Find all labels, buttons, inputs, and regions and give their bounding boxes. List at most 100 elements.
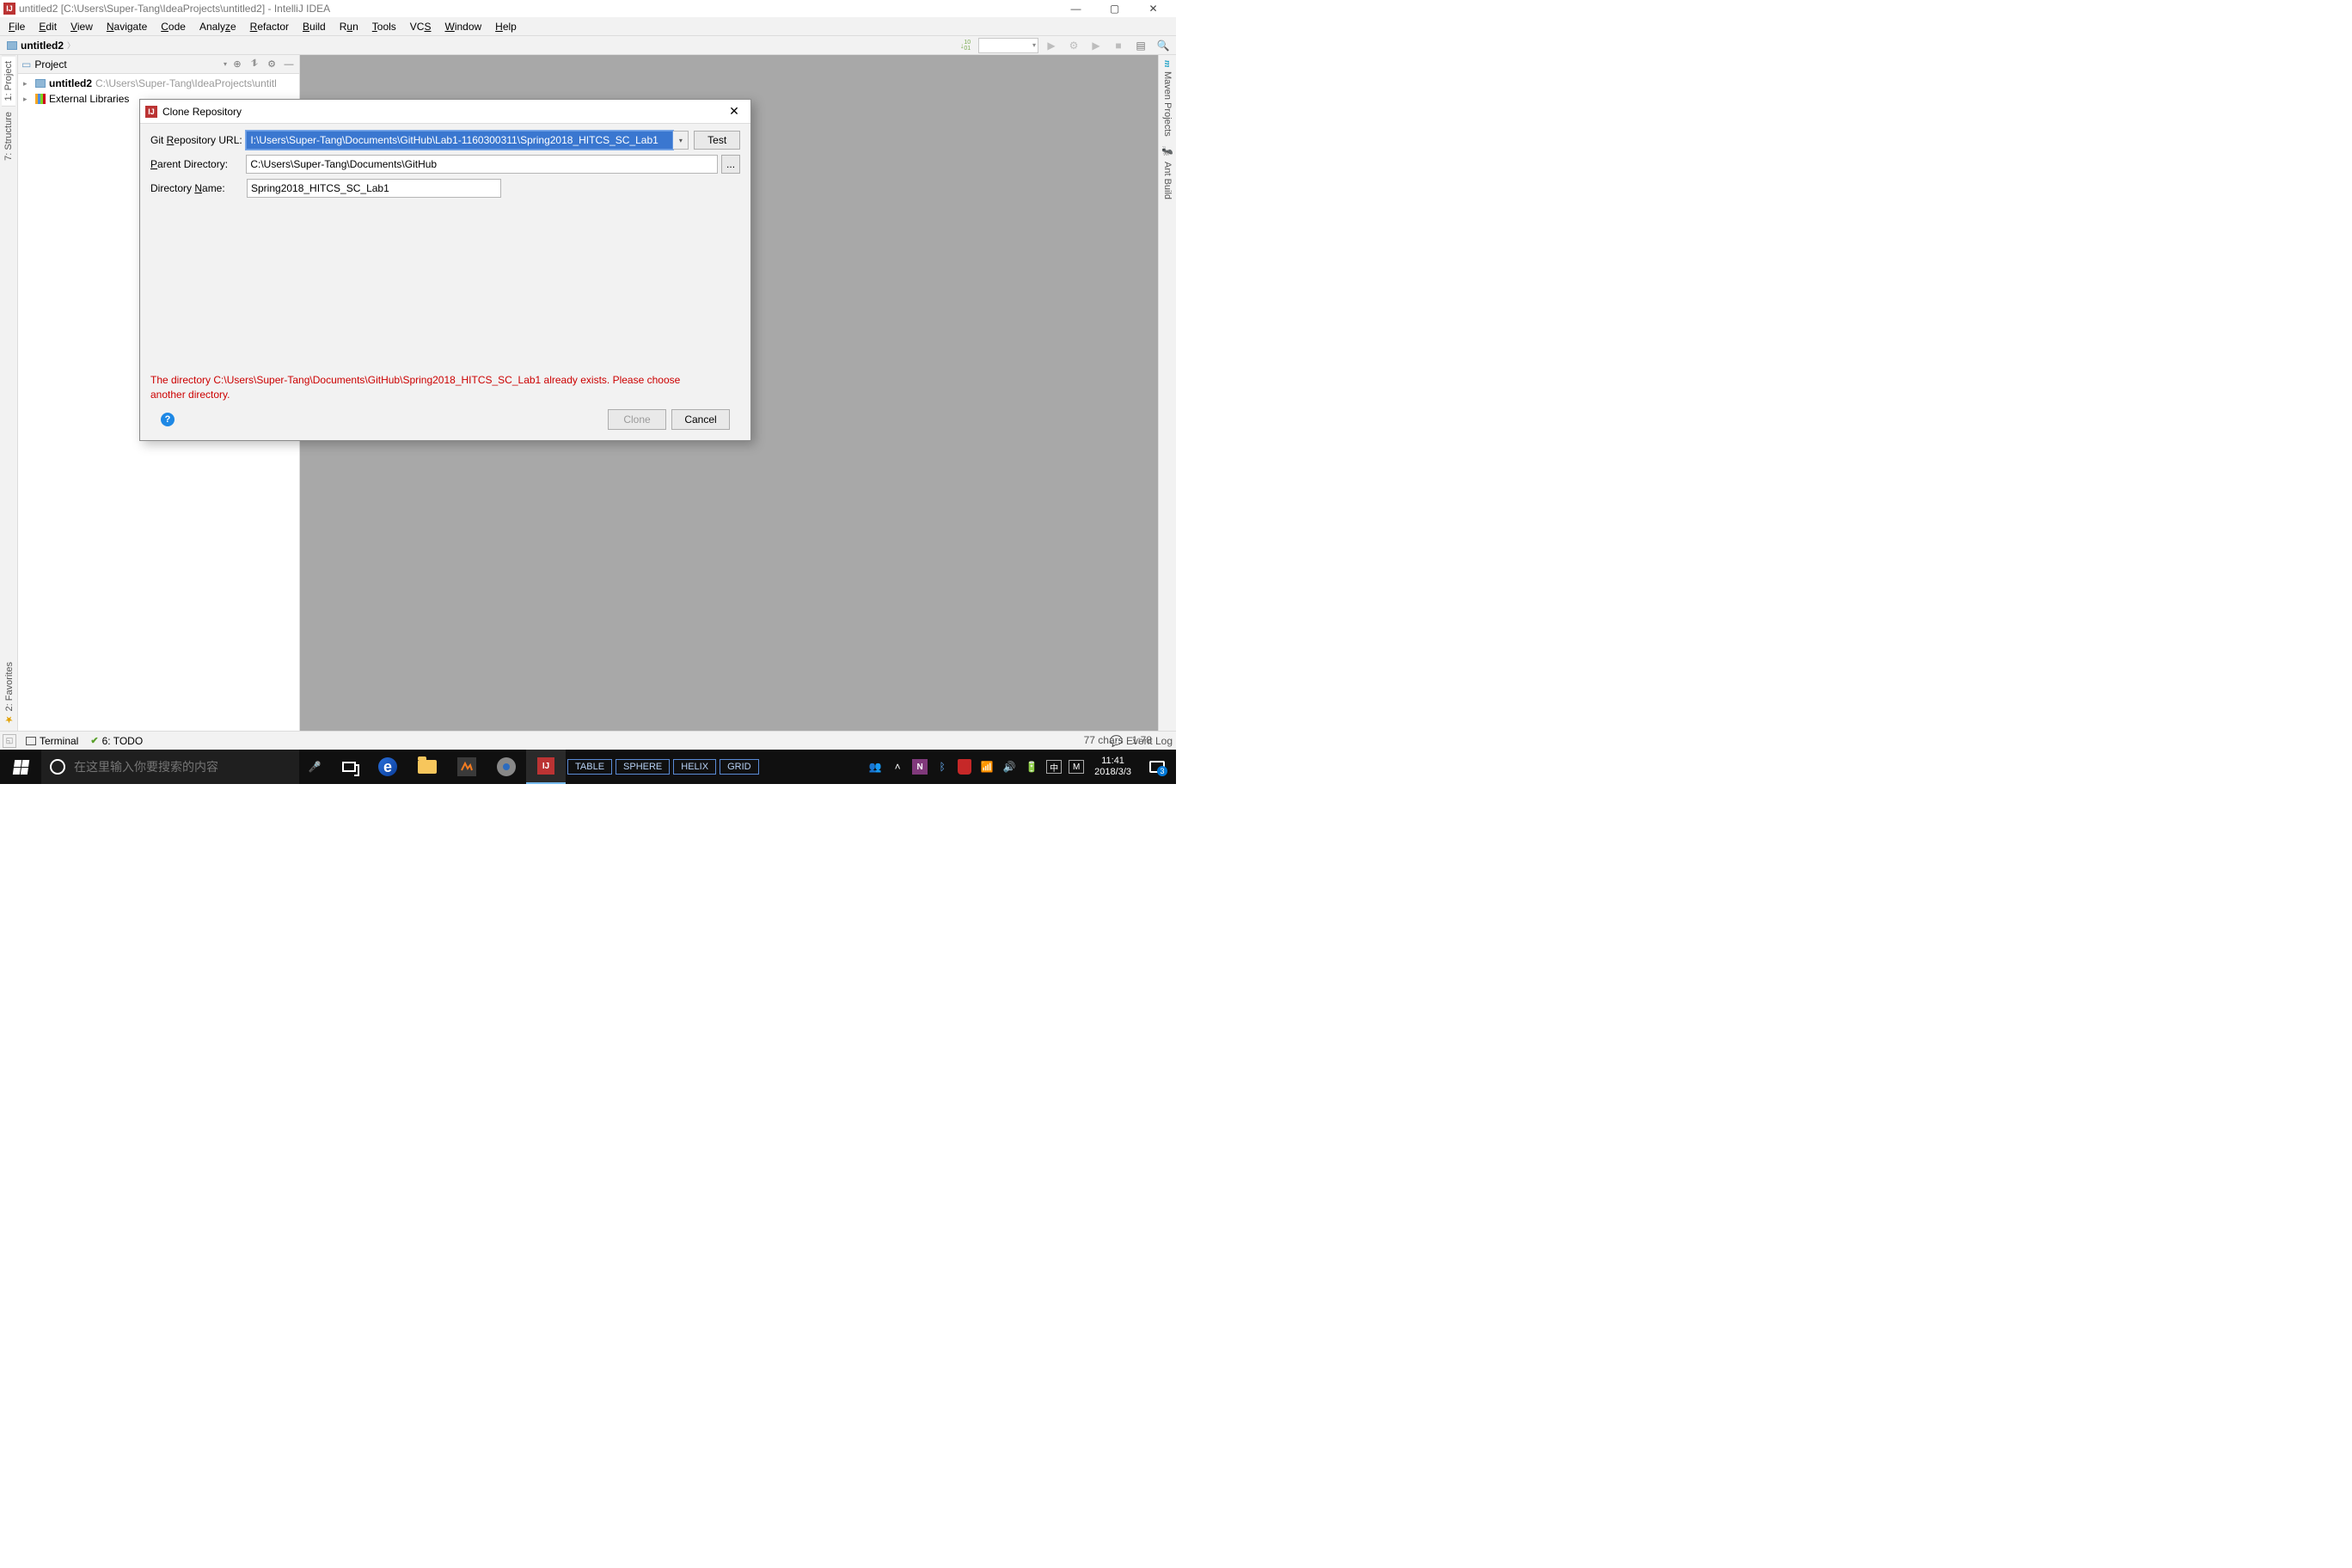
- dialog-titlebar: IJ Clone Repository ✕: [140, 100, 750, 124]
- taskbar-clock[interactable]: 11:41 2018/3/3: [1087, 756, 1138, 778]
- tab-maven[interactable]: mMaven Projects: [1161, 55, 1174, 141]
- intellij-icon: IJ: [537, 757, 554, 775]
- folder-icon: [7, 41, 17, 50]
- project-panel-header: ▭ Project ▾ ⊕ ⥮ ⚙ —: [18, 55, 299, 74]
- tab-grid[interactable]: GRID: [720, 759, 759, 775]
- microphone-icon[interactable]: 🎤: [299, 761, 330, 773]
- cancel-button[interactable]: Cancel: [671, 409, 730, 430]
- taskbar-search[interactable]: [41, 750, 299, 784]
- tray-overflow-button[interactable]: ˄: [886, 761, 909, 773]
- dialog-close-button[interactable]: ✕: [723, 104, 745, 119]
- directory-name-input[interactable]: [247, 179, 501, 198]
- menu-view[interactable]: View: [64, 19, 100, 34]
- menu-tools[interactable]: Tools: [365, 19, 403, 34]
- expand-arrow-icon[interactable]: ▸: [23, 79, 32, 89]
- debug-button[interactable]: ⚙: [1064, 37, 1083, 54]
- taskbar-app-explorer[interactable]: [407, 750, 447, 784]
- mcafee-icon: [958, 759, 971, 775]
- menu-window[interactable]: Window: [438, 19, 488, 34]
- taskbar-app-matlab[interactable]: [447, 750, 487, 784]
- action-center-button[interactable]: 3: [1138, 761, 1176, 773]
- intellij-icon: IJ: [3, 3, 15, 15]
- run-button[interactable]: ▶: [1042, 37, 1061, 54]
- tray-bluetooth[interactable]: ᛒ: [931, 761, 953, 773]
- project-tree-icon: ▭: [21, 58, 31, 70]
- help-button[interactable]: ?: [161, 413, 175, 426]
- clone-button[interactable]: Clone: [608, 409, 666, 430]
- minimize-button[interactable]: —: [1057, 0, 1095, 17]
- coverage-button[interactable]: ▶: [1087, 37, 1106, 54]
- tab-project[interactable]: 1: Project: [2, 55, 15, 106]
- menu-run[interactable]: Run: [333, 19, 365, 34]
- maven-icon: m: [1162, 60, 1173, 68]
- breadcrumb-project: untitled2: [21, 40, 64, 52]
- libraries-icon: [35, 94, 46, 104]
- menu-help[interactable]: Help: [488, 19, 524, 34]
- tool-windows-toggle[interactable]: ◱: [3, 734, 16, 748]
- terminal-tool-button[interactable]: Terminal: [26, 735, 78, 747]
- git-url-dropdown-button[interactable]: ▾: [673, 131, 689, 150]
- project-view-selector[interactable]: Project ▾: [34, 58, 227, 70]
- run-config-dropdown[interactable]: ▾: [978, 38, 1038, 53]
- close-button[interactable]: ✕: [1134, 0, 1173, 17]
- tray-onenote[interactable]: N: [909, 759, 931, 775]
- menu-file[interactable]: File: [2, 19, 32, 34]
- maximize-button[interactable]: ▢: [1095, 0, 1134, 17]
- project-view-label: Project: [34, 58, 66, 70]
- tab-helix[interactable]: HELIX: [673, 759, 716, 775]
- menu-analyze[interactable]: Analyze: [193, 19, 243, 34]
- chevron-down-icon: ▾: [224, 60, 227, 68]
- tray-ime-lang[interactable]: 中: [1043, 760, 1065, 774]
- stop-button[interactable]: ■: [1109, 37, 1128, 54]
- menu-build[interactable]: Build: [296, 19, 333, 34]
- tree-root[interactable]: ▸ untitled2 C:\Users\Super-Tang\IdeaProj…: [18, 76, 299, 91]
- folder-icon: [35, 79, 46, 88]
- menu-navigate[interactable]: Navigate: [100, 19, 154, 34]
- settings-gear-icon[interactable]: ⚙: [265, 58, 279, 71]
- parent-dir-input[interactable]: [246, 155, 718, 174]
- tray-wifi[interactable]: 📶: [976, 761, 998, 773]
- tab-ant[interactable]: 🐜Ant Build: [1161, 141, 1175, 204]
- menu-edit[interactable]: Edit: [32, 19, 64, 34]
- tab-structure[interactable]: 7: Structure: [2, 106, 15, 166]
- status-chars: 77 chars: [1084, 734, 1124, 746]
- git-url-input[interactable]: [246, 131, 673, 150]
- vcs-update-icon[interactable]: ↓1001: [956, 37, 975, 54]
- menu-vcs[interactable]: VCS: [403, 19, 438, 34]
- ime-zh-icon: 中: [1046, 760, 1062, 774]
- menu-refactor[interactable]: Refactor: [243, 19, 296, 34]
- tray-mcafee[interactable]: [953, 759, 976, 775]
- menu-code[interactable]: Code: [154, 19, 193, 34]
- taskbar-app-intellij[interactable]: IJ: [526, 750, 566, 784]
- windows-logo-icon: [12, 760, 28, 775]
- tree-ext-libs-label: External Libraries: [49, 93, 129, 105]
- toolbar-right: ↓1001 ▾ ▶ ⚙ ▶ ■ ▤ 🔍: [956, 37, 1173, 54]
- tab-sphere[interactable]: SPHERE: [616, 759, 670, 775]
- window-titlebar: IJ untitled2 [C:\Users\Super-Tang\IdeaPr…: [0, 0, 1176, 17]
- project-structure-button[interactable]: ▤: [1131, 37, 1150, 54]
- label-dir-name: Directory Name:: [150, 182, 247, 194]
- tray-ime-mode[interactable]: M: [1065, 760, 1087, 774]
- dialog-title: Clone Repository: [162, 106, 718, 118]
- task-view-button[interactable]: [330, 762, 368, 772]
- taskbar-app-browser[interactable]: [487, 750, 526, 784]
- scroll-to-source-icon[interactable]: ⊕: [230, 58, 244, 71]
- tray-battery[interactable]: 🔋: [1020, 761, 1043, 773]
- start-button[interactable]: [0, 750, 41, 784]
- tray-volume[interactable]: 🔊: [998, 761, 1020, 773]
- status-position: 1:78: [1132, 734, 1152, 746]
- collapse-all-icon[interactable]: ⥮: [248, 58, 261, 71]
- expand-arrow-icon[interactable]: ▸: [23, 95, 32, 104]
- breadcrumb[interactable]: untitled2 〉: [3, 40, 78, 52]
- people-button[interactable]: 👥: [864, 761, 886, 773]
- taskbar-app-edge[interactable]: e: [368, 750, 407, 784]
- tab-table[interactable]: TABLE: [567, 759, 612, 775]
- clock-date: 2018/3/3: [1094, 767, 1131, 778]
- taskbar-search-input[interactable]: [74, 760, 291, 774]
- hide-panel-icon[interactable]: —: [282, 58, 296, 71]
- browse-button[interactable]: ...: [721, 155, 740, 174]
- test-button[interactable]: Test: [694, 131, 740, 150]
- todo-tool-button[interactable]: ✔6: TODO: [90, 735, 143, 747]
- search-everywhere-button[interactable]: 🔍: [1154, 37, 1173, 54]
- tab-favorites[interactable]: ★ 2: Favorites: [2, 657, 16, 731]
